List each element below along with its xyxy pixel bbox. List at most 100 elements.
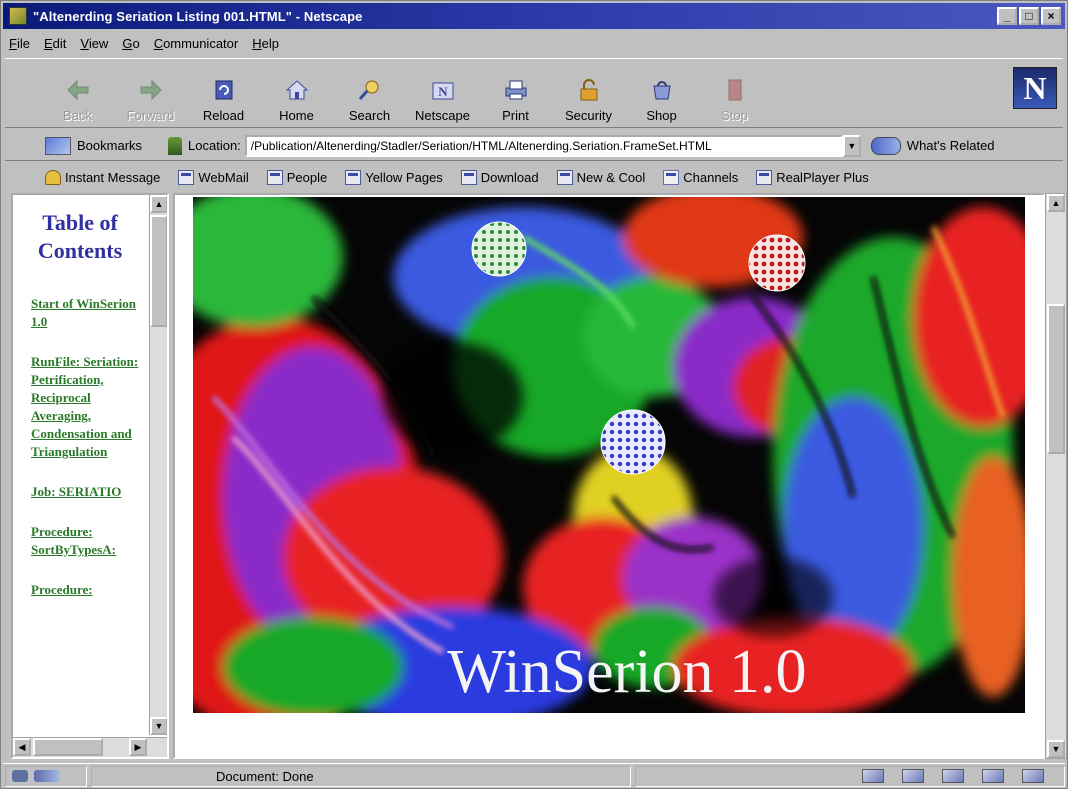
title-bar[interactable]: "Altenerding Seriation Listing 001.HTML"… xyxy=(3,3,1065,29)
print-button[interactable]: Print xyxy=(479,63,552,127)
netscape-throbber-logo[interactable]: N xyxy=(1013,67,1057,109)
forward-label: Forward xyxy=(126,108,175,123)
back-button[interactable]: Back xyxy=(41,63,114,127)
navigator-icon[interactable] xyxy=(862,769,884,783)
shop-button[interactable]: Shop xyxy=(625,63,698,127)
bookmark-new-and-cool[interactable]: New & Cool xyxy=(556,169,646,185)
address-book-icon[interactable] xyxy=(942,769,964,783)
back-arrow-icon xyxy=(66,79,88,101)
splash-title: WinSerion 1.0 xyxy=(447,638,806,706)
bookmarks-icon xyxy=(45,136,71,155)
reload-button[interactable]: Reload xyxy=(187,63,260,127)
bookmark-instant-message[interactable]: Instant Message xyxy=(45,169,161,185)
bookmark-channels[interactable]: Channels xyxy=(663,169,739,185)
bookmark-download[interactable]: Download xyxy=(460,169,539,185)
triangle-right-icon: ▶ xyxy=(134,741,142,752)
menu-communicator[interactable]: Communicator xyxy=(154,36,239,51)
person-icon xyxy=(45,169,61,185)
scroll-down-button[interactable]: ▼ xyxy=(1047,740,1065,758)
scroll-thumb[interactable] xyxy=(1047,304,1065,454)
channel-icon xyxy=(663,169,680,185)
menu-edit[interactable]: Edit xyxy=(44,36,66,51)
netscape-app-icon[interactable] xyxy=(9,7,27,25)
minimize-button[interactable]: _ xyxy=(997,7,1017,25)
scroll-left-button[interactable]: ◀ xyxy=(13,738,31,756)
location-label: Location: xyxy=(188,138,241,153)
security-button[interactable]: Security xyxy=(552,63,625,127)
print-label: Print xyxy=(502,108,529,123)
security-status-panel[interactable] xyxy=(5,765,87,787)
home-icon xyxy=(285,80,308,100)
bookmark-webmail[interactable]: WebMail xyxy=(178,169,249,185)
page-proxy-icon[interactable] xyxy=(168,136,183,155)
bookmark-label: RealPlayer Plus xyxy=(776,169,869,185)
toc-link[interactable]: Job: SERIATIO xyxy=(31,483,149,501)
svg-text:N: N xyxy=(438,84,448,99)
home-button[interactable]: Home xyxy=(260,63,333,127)
toc-link[interactable]: RunFile: Seriation: Petrification, Recip… xyxy=(31,353,149,461)
stop-button[interactable]: Stop xyxy=(698,63,771,127)
toc-link[interactable]: Start of WinSerion 1.0 xyxy=(31,295,149,331)
bookmarks-button[interactable]: Bookmarks xyxy=(45,136,142,155)
home-label: Home xyxy=(279,108,314,123)
menu-file[interactable]: File xyxy=(9,36,30,51)
bookmark-label: New & Cool xyxy=(576,169,646,185)
composer-icon[interactable] xyxy=(1022,769,1044,783)
bookmark-realplayer-plus[interactable]: RealPlayer Plus xyxy=(756,169,869,185)
bookmark-icon xyxy=(345,169,362,185)
lock-status-icon[interactable] xyxy=(12,770,28,782)
scroll-up-button[interactable]: ▲ xyxy=(150,195,167,213)
whats-related-icon xyxy=(870,136,901,155)
personal-toolbar: Instant Message WebMail People Yellow Pa… xyxy=(5,163,1063,191)
content-vertical-scrollbar[interactable]: ▲ ▼ xyxy=(1045,193,1067,759)
toc-link[interactable]: Procedure: xyxy=(31,581,149,599)
url-dropdown-button[interactable]: ▼ xyxy=(842,134,861,157)
bookmark-icon xyxy=(556,169,573,185)
bookmark-icon xyxy=(460,169,477,185)
menu-help[interactable]: Help xyxy=(252,36,279,51)
bookmark-yellow-pages[interactable]: Yellow Pages xyxy=(345,169,443,185)
mail-icon[interactable] xyxy=(902,769,924,783)
chevron-down-icon: ▼ xyxy=(847,140,857,151)
search-icon xyxy=(358,80,378,100)
connection-icon xyxy=(34,770,60,782)
lock-icon xyxy=(580,79,597,101)
triangle-up-icon: ▲ xyxy=(154,199,164,209)
scroll-thumb[interactable] xyxy=(150,215,167,327)
reload-label: Reload xyxy=(202,108,245,123)
component-bar xyxy=(635,765,1065,787)
whats-related-button[interactable]: What's Related xyxy=(870,136,995,155)
scroll-up-button[interactable]: ▲ xyxy=(1047,194,1065,212)
menu-go[interactable]: Go xyxy=(122,36,139,51)
bookmark-label: Channels xyxy=(683,169,739,185)
url-input[interactable] xyxy=(244,134,843,157)
maximize-button[interactable]: □ xyxy=(1019,7,1039,25)
scroll-down-button[interactable]: ▼ xyxy=(150,717,167,735)
search-label: Search xyxy=(348,108,391,123)
stop-label: Stop xyxy=(721,108,748,123)
bookmark-label: Instant Message xyxy=(65,169,161,185)
netscape-button[interactable]: N Netscape xyxy=(406,63,479,127)
toc-vertical-scrollbar[interactable]: ▲ ▼ xyxy=(149,195,167,735)
bookmark-label: Yellow Pages xyxy=(365,169,443,185)
discussions-icon[interactable] xyxy=(982,769,1004,783)
close-button[interactable]: × xyxy=(1041,7,1061,25)
bookmark-label: WebMail xyxy=(198,169,249,185)
content-frame: WinSerion 1.0 xyxy=(173,193,1045,759)
back-label: Back xyxy=(63,108,92,123)
toc-horizontal-scrollbar[interactable]: ◀ ▶ xyxy=(13,737,167,757)
bookmark-people[interactable]: People xyxy=(266,169,327,185)
search-button[interactable]: Search xyxy=(333,63,406,127)
forward-button[interactable]: Forward xyxy=(114,63,187,127)
window-title: "Altenerding Seriation Listing 001.HTML"… xyxy=(33,8,363,24)
scroll-right-button[interactable]: ▶ xyxy=(129,738,147,756)
scroll-thumb[interactable] xyxy=(33,738,103,756)
bookmark-icon xyxy=(756,169,773,185)
location-toolbar: Bookmarks Location: ▼ What's Related xyxy=(5,131,1063,161)
toc-link[interactable]: Procedure: SortByTypesA: xyxy=(31,523,149,559)
triangle-down-icon: ▼ xyxy=(1051,744,1061,754)
status-text: Document: Done xyxy=(91,765,631,787)
netscape-label: Netscape xyxy=(415,108,470,123)
menu-view[interactable]: View xyxy=(80,36,108,51)
security-label: Security xyxy=(565,108,612,123)
